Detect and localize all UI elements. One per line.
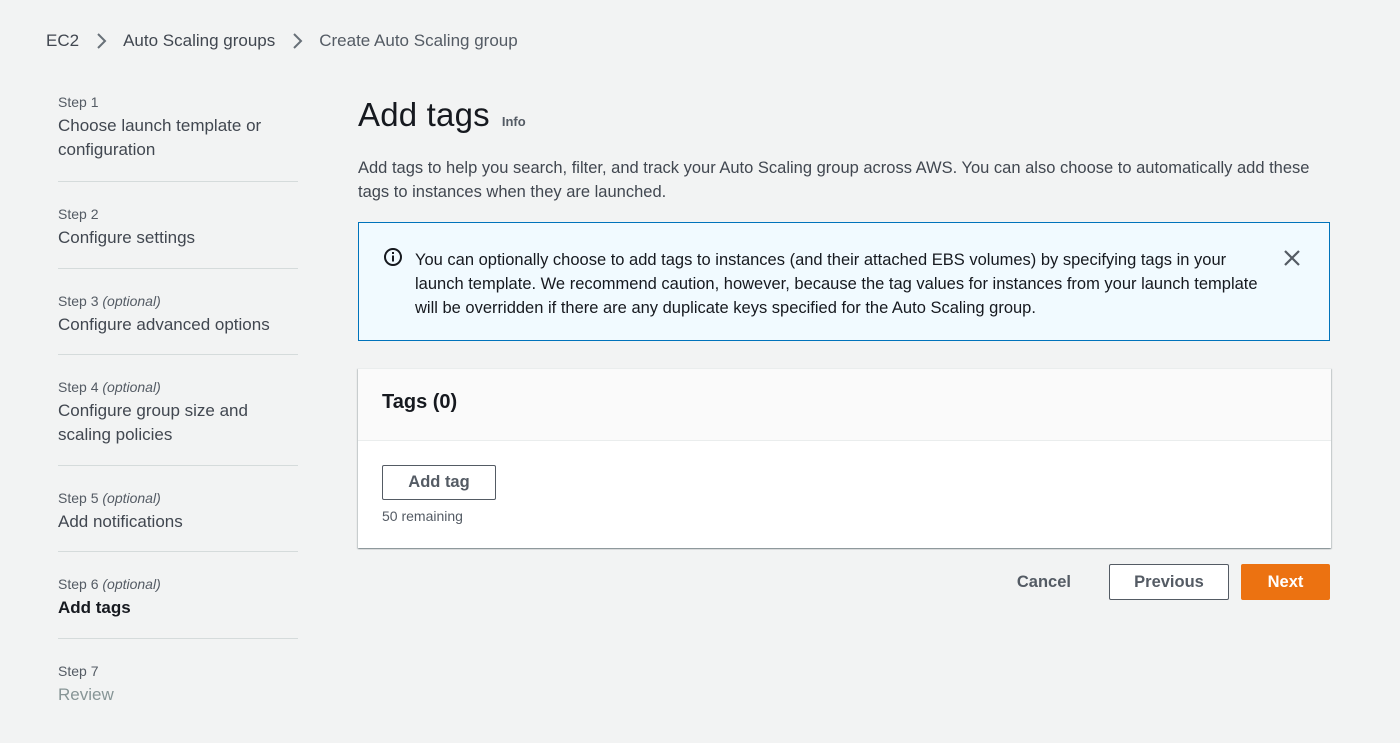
step-number: Step 1 bbox=[58, 94, 99, 110]
info-icon bbox=[383, 247, 403, 267]
cancel-button[interactable]: Cancel bbox=[999, 564, 1089, 600]
step-number: Step 5 (optional) bbox=[58, 490, 161, 506]
wizard-actions: Cancel Previous Next bbox=[999, 564, 1330, 600]
add-tag-button[interactable]: Add tag bbox=[382, 465, 496, 500]
tags-panel-title: Tags (0) bbox=[382, 391, 458, 413]
step-number: Step 7 bbox=[58, 663, 99, 679]
step-1[interactable]: Step 1 Choose launch template or configu… bbox=[58, 94, 298, 182]
page-description: Add tags to help you search, filter, and… bbox=[358, 159, 1310, 201]
step-title[interactable]: Choose launch template or configuration bbox=[58, 114, 278, 162]
tags-remaining: 50 remaining bbox=[382, 508, 463, 524]
tags-panel-header: Tags (0) bbox=[358, 369, 1331, 441]
step-number: Step 3 (optional) bbox=[58, 293, 161, 309]
previous-button[interactable]: Previous bbox=[1109, 564, 1229, 600]
breadcrumb-ec2[interactable]: EC2 bbox=[46, 31, 79, 51]
step-4[interactable]: Step 4 (optional) Configure group size a… bbox=[58, 355, 298, 466]
step-title: Review bbox=[58, 685, 114, 704]
page-header: Add tags Info bbox=[358, 96, 1330, 134]
page-title: Add tags bbox=[358, 96, 490, 133]
step-2[interactable]: Step 2 Configure settings bbox=[58, 182, 298, 269]
step-title[interactable]: Configure group size and scaling policie… bbox=[58, 399, 258, 447]
step-title[interactable]: Configure advanced options bbox=[58, 313, 298, 337]
alert-text: You can optionally choose to add tags to… bbox=[415, 251, 1258, 317]
wizard-steps: Step 1 Choose launch template or configu… bbox=[58, 94, 298, 719]
breadcrumb: EC2 Auto Scaling groups Create Auto Scal… bbox=[46, 31, 518, 51]
tags-panel-body: Add tag 50 remaining bbox=[358, 441, 1331, 548]
close-icon[interactable] bbox=[1281, 247, 1303, 269]
step-number: Step 4 (optional) bbox=[58, 379, 161, 395]
info-link[interactable]: Info bbox=[502, 114, 526, 129]
tags-panel: Tags (0) Add tag 50 remaining bbox=[358, 368, 1331, 548]
step-title[interactable]: Add notifications bbox=[58, 510, 298, 534]
next-button[interactable]: Next bbox=[1241, 564, 1330, 600]
chevron-right-icon bbox=[89, 31, 113, 51]
chevron-right-icon bbox=[285, 31, 309, 51]
step-5[interactable]: Step 5 (optional) Add notifications bbox=[58, 466, 298, 552]
info-alert: You can optionally choose to add tags to… bbox=[358, 222, 1330, 341]
step-number: Step 6 (optional) bbox=[58, 576, 161, 592]
main-content: Add tags Info Add tags to help you searc… bbox=[358, 96, 1331, 548]
step-number: Step 2 bbox=[58, 206, 99, 222]
breadcrumb-current: Create Auto Scaling group bbox=[319, 31, 518, 50]
step-7: Step 7 Review bbox=[58, 639, 298, 719]
step-title-current: Add tags bbox=[58, 598, 131, 617]
step-3[interactable]: Step 3 (optional) Configure advanced opt… bbox=[58, 269, 298, 355]
breadcrumb-auto-scaling-groups[interactable]: Auto Scaling groups bbox=[123, 31, 275, 51]
step-title[interactable]: Configure settings bbox=[58, 226, 298, 250]
step-6: Step 6 (optional) Add tags bbox=[58, 552, 298, 639]
